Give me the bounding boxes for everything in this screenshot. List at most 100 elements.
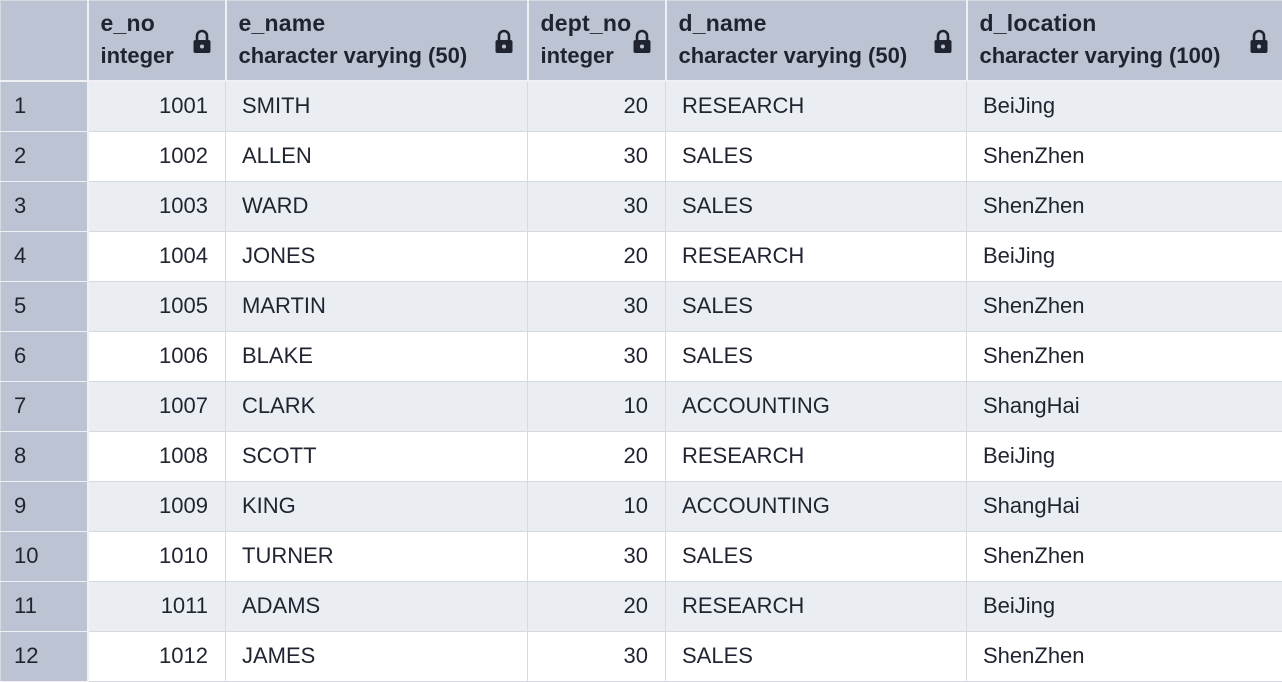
cell-e-name[interactable]: CLARK (226, 381, 528, 431)
cell-e-no[interactable]: 1011 (88, 581, 226, 631)
cell-dept-no[interactable]: 10 (528, 481, 666, 531)
cell-d-location[interactable]: ShenZhen (967, 331, 1282, 381)
cell-e-no[interactable]: 1012 (88, 631, 226, 681)
table-row[interactable]: 41004JONES20RESEARCHBeiJing (1, 231, 1282, 281)
cell-d-location[interactable]: ShenZhen (967, 531, 1282, 581)
cell-d-location[interactable]: ShangHai (967, 481, 1282, 531)
table-row[interactable]: 21002ALLEN30SALESShenZhen (1, 131, 1282, 181)
cell-e-name[interactable]: ALLEN (226, 131, 528, 181)
cell-d-name[interactable]: RESEARCH (666, 81, 967, 131)
cell-e-name[interactable]: WARD (226, 181, 528, 231)
table-row[interactable]: 61006BLAKE30SALESShenZhen (1, 331, 1282, 381)
cell-e-no[interactable]: 1008 (88, 431, 226, 481)
cell-d-name[interactable]: SALES (666, 281, 967, 331)
cell-d-name[interactable]: ACCOUNTING (666, 481, 967, 531)
cell-dept-no[interactable]: 30 (528, 331, 666, 381)
table-row[interactable]: 51005MARTIN30SALESShenZhen (1, 281, 1282, 331)
cell-d-location[interactable]: ShenZhen (967, 131, 1282, 181)
cell-d-name[interactable]: SALES (666, 331, 967, 381)
cell-e-name[interactable]: BLAKE (226, 331, 528, 381)
cell-d-location[interactable]: ShenZhen (967, 631, 1282, 681)
cell-dept-no[interactable]: 20 (528, 431, 666, 481)
cell-e-name[interactable]: SMITH (226, 81, 528, 131)
column-type: character varying (50) (679, 43, 908, 69)
cell-dept-no[interactable]: 30 (528, 631, 666, 681)
column-name: d_location (980, 10, 1097, 37)
cell-e-no[interactable]: 1007 (88, 381, 226, 431)
cell-d-name[interactable]: SALES (666, 181, 967, 231)
cell-e-name[interactable]: MARTIN (226, 281, 528, 331)
cell-d-name[interactable]: SALES (666, 131, 967, 181)
cell-d-name[interactable]: SALES (666, 531, 967, 581)
table-row[interactable]: 11001SMITH20RESEARCHBeiJing (1, 81, 1282, 131)
cell-e-name[interactable]: SCOTT (226, 431, 528, 481)
cell-d-location[interactable]: BeiJing (967, 81, 1282, 131)
row-number[interactable]: 7 (1, 381, 88, 431)
column-type: character varying (100) (980, 43, 1221, 69)
cell-dept-no[interactable]: 30 (528, 281, 666, 331)
cell-dept-no[interactable]: 20 (528, 81, 666, 131)
table-row[interactable]: 101010TURNER30SALESShenZhen (1, 531, 1282, 581)
cell-dept-no[interactable]: 30 (528, 131, 666, 181)
cell-d-location[interactable]: ShangHai (967, 381, 1282, 431)
cell-e-name[interactable]: TURNER (226, 531, 528, 581)
cell-dept-no[interactable]: 20 (528, 581, 666, 631)
cell-d-name[interactable]: RESEARCH (666, 431, 967, 481)
row-number[interactable]: 3 (1, 181, 88, 231)
cell-d-location[interactable]: ShenZhen (967, 281, 1282, 331)
cell-d-location[interactable]: ShenZhen (967, 181, 1282, 231)
column-name: d_name (679, 10, 767, 37)
table-row[interactable]: 71007CLARK10ACCOUNTINGShangHai (1, 381, 1282, 431)
cell-d-name[interactable]: SALES (666, 631, 967, 681)
row-number[interactable]: 12 (1, 631, 88, 681)
cell-dept-no[interactable]: 30 (528, 531, 666, 581)
results-grid: e_no integer e_name character varying (5… (0, 0, 1282, 682)
cell-e-no[interactable]: 1003 (88, 181, 226, 231)
select-all-corner[interactable] (1, 1, 88, 82)
cell-d-location[interactable]: BeiJing (967, 581, 1282, 631)
cell-dept-no[interactable]: 30 (528, 181, 666, 231)
cell-e-no[interactable]: 1001 (88, 81, 226, 131)
column-type: character varying (50) (239, 43, 468, 69)
cell-e-no[interactable]: 1005 (88, 281, 226, 331)
row-number[interactable]: 5 (1, 281, 88, 331)
row-number[interactable]: 4 (1, 231, 88, 281)
cell-d-location[interactable]: BeiJing (967, 431, 1282, 481)
lock-icon (493, 29, 515, 55)
cell-d-location[interactable]: BeiJing (967, 231, 1282, 281)
cell-e-name[interactable]: KING (226, 481, 528, 531)
row-number[interactable]: 8 (1, 431, 88, 481)
cell-d-name[interactable]: RESEARCH (666, 231, 967, 281)
row-number[interactable]: 10 (1, 531, 88, 581)
cell-d-name[interactable]: ACCOUNTING (666, 381, 967, 431)
row-number[interactable]: 1 (1, 81, 88, 131)
lock-icon (1248, 29, 1270, 55)
cell-e-no[interactable]: 1006 (88, 331, 226, 381)
grid-body: 11001SMITH20RESEARCHBeiJing21002ALLEN30S… (1, 81, 1282, 681)
table-row[interactable]: 111011ADAMS20RESEARCHBeiJing (1, 581, 1282, 631)
cell-dept-no[interactable]: 20 (528, 231, 666, 281)
row-number[interactable]: 2 (1, 131, 88, 181)
row-number[interactable]: 6 (1, 331, 88, 381)
cell-e-name[interactable]: JONES (226, 231, 528, 281)
table-row[interactable]: 81008SCOTT20RESEARCHBeiJing (1, 431, 1282, 481)
column-header-d-location[interactable]: d_location character varying (100) (967, 1, 1282, 82)
column-header-dept-no[interactable]: dept_no integer (528, 1, 666, 82)
cell-e-no[interactable]: 1009 (88, 481, 226, 531)
cell-d-name[interactable]: RESEARCH (666, 581, 967, 631)
column-header-d-name[interactable]: d_name character varying (50) (666, 1, 967, 82)
table-row[interactable]: 91009KING10ACCOUNTINGShangHai (1, 481, 1282, 531)
cell-dept-no[interactable]: 10 (528, 381, 666, 431)
cell-e-no[interactable]: 1010 (88, 531, 226, 581)
table-row[interactable]: 121012JAMES30SALESShenZhen (1, 631, 1282, 681)
column-header-e-name[interactable]: e_name character varying (50) (226, 1, 528, 82)
lock-icon (932, 29, 954, 55)
row-number[interactable]: 11 (1, 581, 88, 631)
column-header-e-no[interactable]: e_no integer (88, 1, 226, 82)
cell-e-no[interactable]: 1002 (88, 131, 226, 181)
row-number[interactable]: 9 (1, 481, 88, 531)
cell-e-name[interactable]: ADAMS (226, 581, 528, 631)
table-row[interactable]: 31003WARD30SALESShenZhen (1, 181, 1282, 231)
cell-e-no[interactable]: 1004 (88, 231, 226, 281)
cell-e-name[interactable]: JAMES (226, 631, 528, 681)
